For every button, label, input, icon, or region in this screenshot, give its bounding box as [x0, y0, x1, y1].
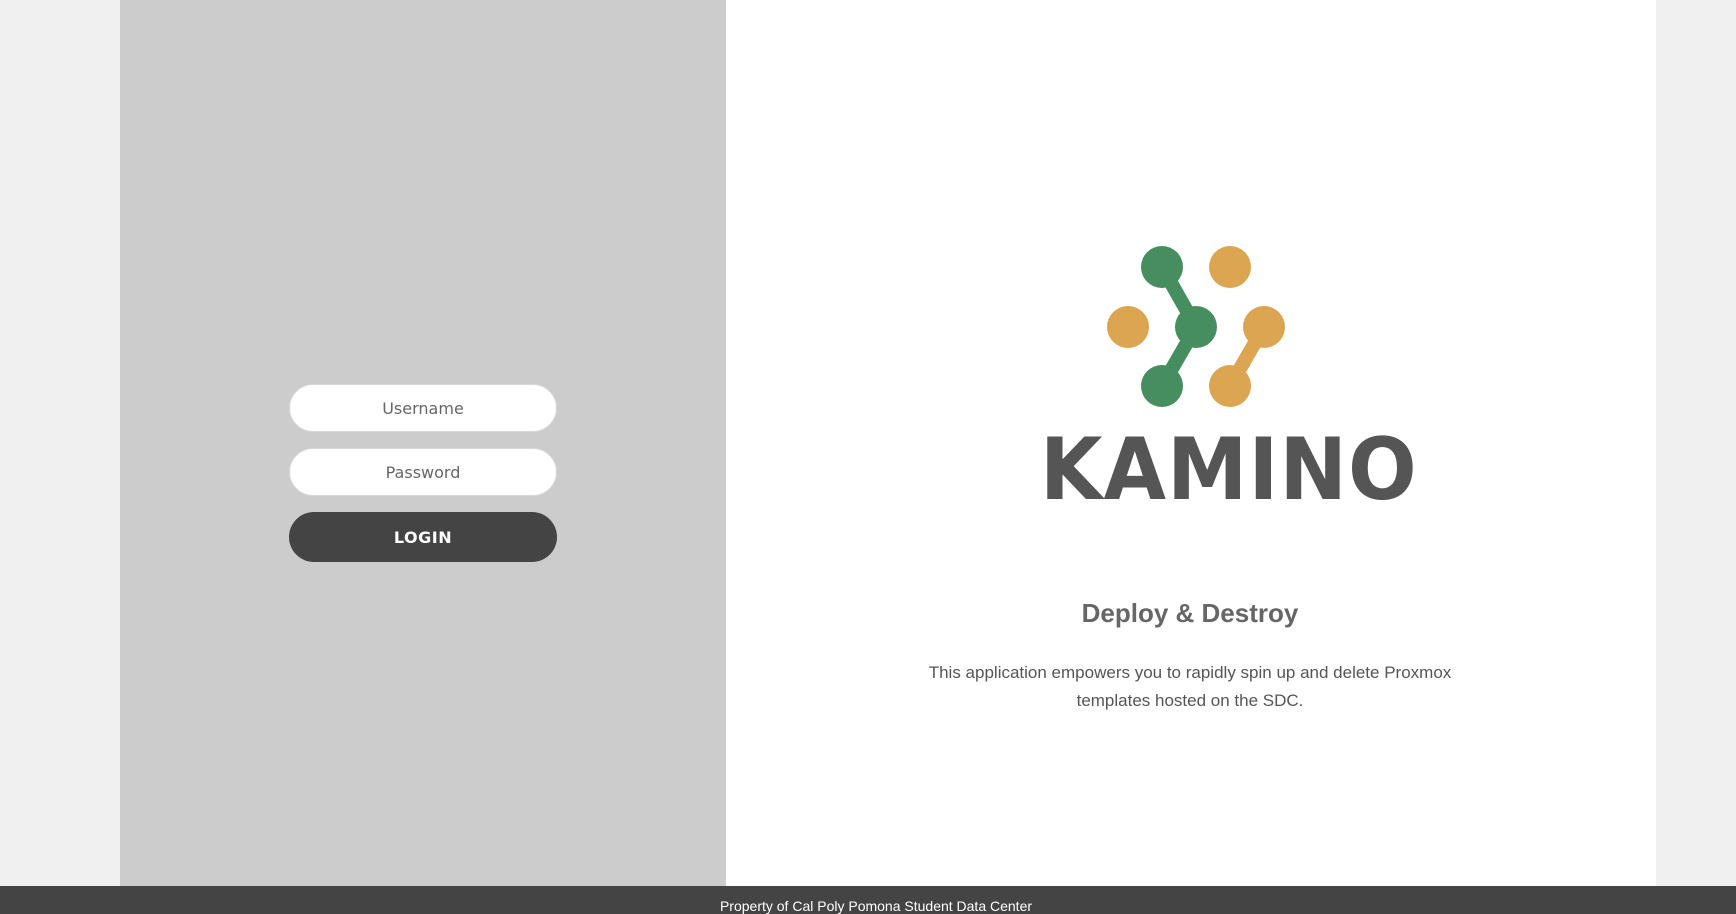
app-description: This application empowers you to rapidly…: [928, 663, 1452, 710]
login-form: LOGIN: [289, 384, 557, 562]
tagline: Deploy & Destroy: [1081, 598, 1299, 628]
footer-text: Property of Cal Poly Pomona Student Data…: [719, 898, 1033, 914]
login-panel: LOGIN: [120, 0, 726, 886]
username-field[interactable]: [289, 384, 557, 432]
login-button[interactable]: LOGIN: [289, 512, 557, 562]
footer: Property of Cal Poly Pomona Student Data…: [0, 886, 1736, 914]
login-page: LOGIN KAMINO Deploy & Destroy This appli…: [0, 0, 1736, 914]
brand-name: KAMINO: [1039, 420, 1418, 520]
molecule-logo-icon: [1100, 240, 1300, 420]
password-field[interactable]: [289, 448, 557, 496]
